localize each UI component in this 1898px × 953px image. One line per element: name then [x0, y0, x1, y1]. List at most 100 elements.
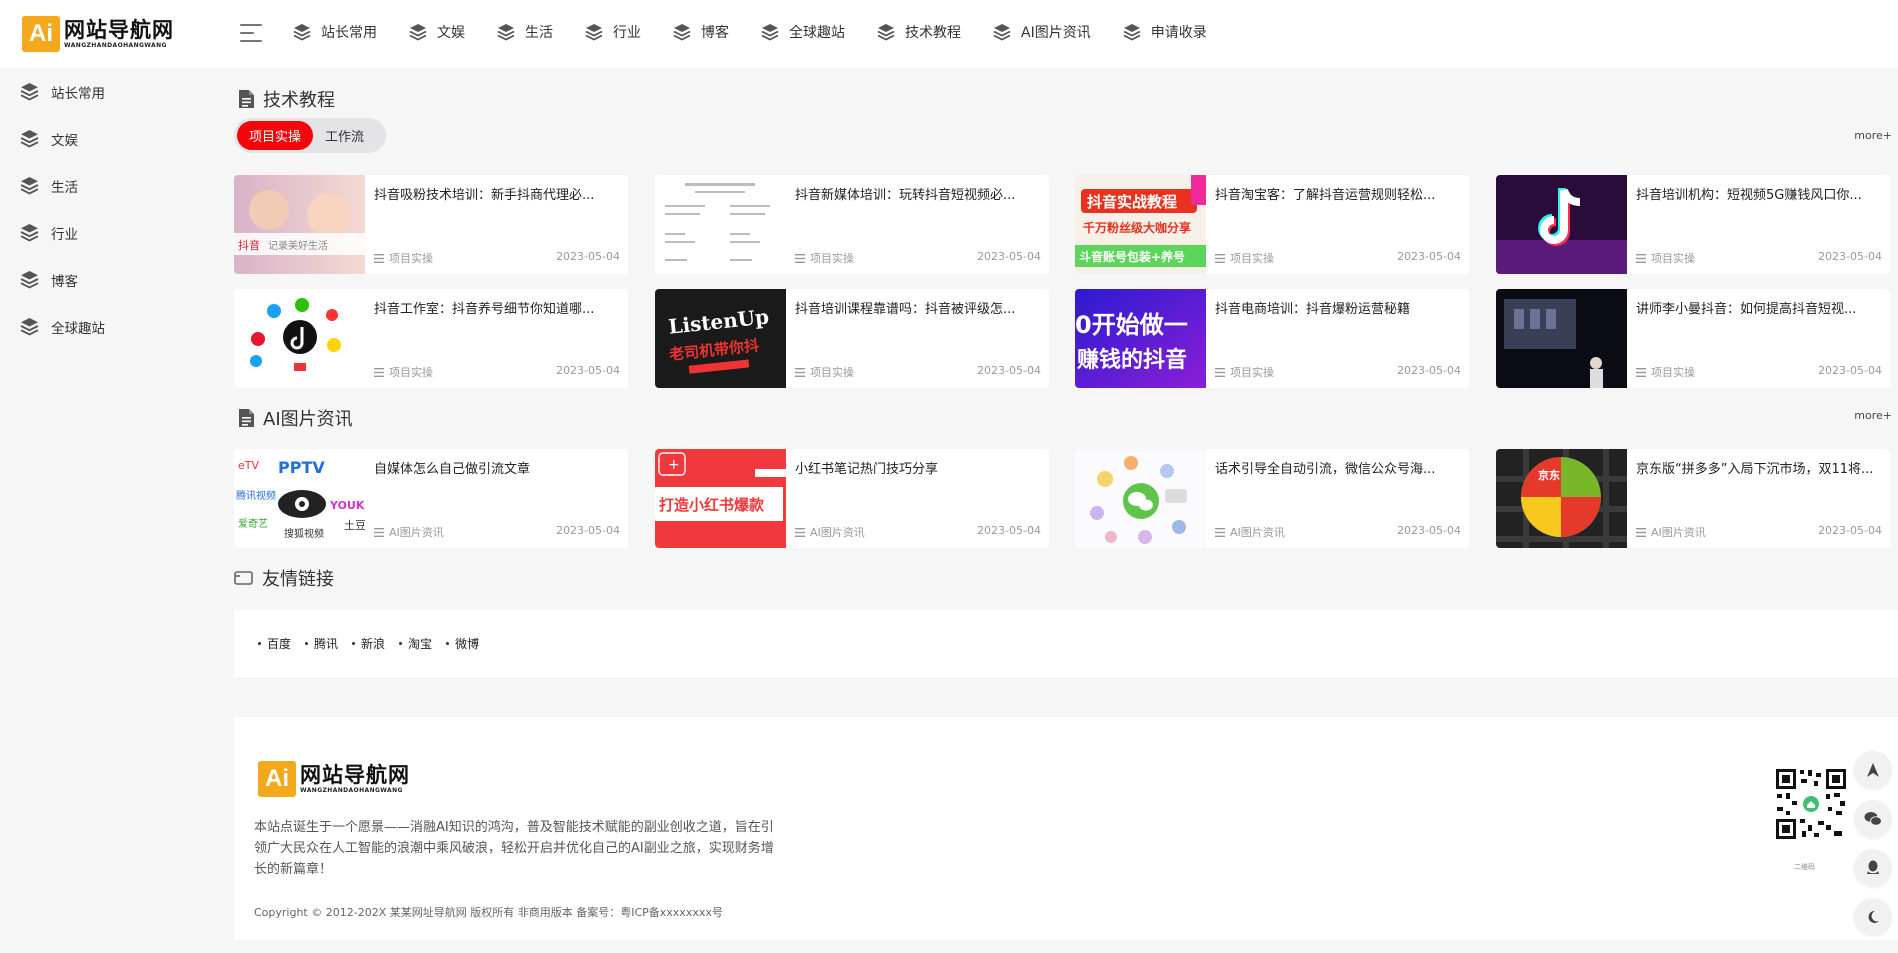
tab-item[interactable]: 项目实操	[237, 121, 314, 150]
qq-button[interactable]	[1854, 849, 1892, 887]
article-title[interactable]: 京东版“拼多多”入局下沉市场，双11将...	[1636, 458, 1882, 477]
article-card[interactable]: + 打造小红书爆款 小红书笔记热门技巧分享 AI图片资讯 2023-05-04	[655, 449, 1049, 548]
wechat-icon	[1864, 812, 1882, 826]
article-title[interactable]: 自媒体怎么自己做引流文章	[374, 458, 620, 477]
article-card[interactable]: eTV PPTV腾讯视频 YOUKU 爱奇艺搜狐视频 土豆 自媒体怎么自己做引流文章 A…	[234, 449, 628, 548]
article-title[interactable]: 抖音工作室：抖音养号细节你知道哪...	[374, 298, 620, 317]
footer-logo[interactable]: Ai 网站导航网 WANGZHANDAOHANGWANG	[258, 761, 410, 797]
article-thumbnail[interactable]	[1075, 449, 1206, 548]
topnav-item[interactable]: 技术教程	[877, 22, 961, 42]
article-thumbnail[interactable]: 京东	[1496, 449, 1627, 548]
article-title[interactable]: 抖音电商培训：抖音爆粉运营秘籍	[1215, 298, 1461, 317]
article-title[interactable]: 小红书笔记热门技巧分享	[795, 458, 1041, 477]
article-title[interactable]: 抖音培训机构：短视频5G赚钱风口你...	[1636, 184, 1882, 203]
article-title[interactable]: 抖音新媒体培训：玩转抖音短视频必...	[795, 184, 1041, 203]
sidebar-item[interactable]: 文娱	[0, 115, 220, 162]
article-card[interactable]: 讲师李小曼抖音：如何提高抖音短视... 项目实操 2023-05-04	[1496, 289, 1890, 388]
friend-link[interactable]: 新浪	[352, 635, 385, 652]
article-date: 2023-05-04	[977, 524, 1041, 537]
more-link-tech[interactable]: more+	[1854, 129, 1892, 142]
floating-actions	[1854, 751, 1892, 947]
layers-icon	[673, 24, 691, 41]
article-card[interactable]: 抖音工作室：抖音养号细节你知道哪... 项目实操 2023-05-04	[234, 289, 628, 388]
article-card[interactable]: 0开始做一 赚钱的抖音 抖音电商培训：抖音爆粉运营秘籍 项目实操 2023-05-…	[1075, 289, 1469, 388]
article-card[interactable]: ListenUp 老司机带你抖 抖音培训课程靠谱吗：抖音被评级怎... 项目实操 …	[655, 289, 1049, 388]
back-to-top-button[interactable]	[1854, 751, 1892, 789]
article-thumbnail[interactable]: 0开始做一 赚钱的抖音	[1075, 289, 1206, 388]
article-category[interactable]: 项目实操	[795, 250, 854, 266]
category-icon	[374, 367, 384, 377]
article-category[interactable]: 项目实操	[374, 364, 433, 380]
article-date: 2023-05-04	[1818, 524, 1882, 537]
layers-icon	[20, 224, 39, 242]
article-category[interactable]: 项目实操	[795, 364, 854, 380]
article-category[interactable]: 项目实操	[1636, 250, 1695, 266]
svg-text:抖音实战教程: 抖音实战教程	[1087, 193, 1177, 211]
article-category[interactable]: AI图片资讯	[795, 524, 865, 540]
article-card[interactable]: 抖音实战教程 千万粉丝级大咖分享 斗音账号包装+养号 抖音淘宝客：了解抖音运营规则轻…	[1075, 175, 1469, 274]
article-thumbnail[interactable]: + 打造小红书爆款	[655, 449, 786, 548]
copyright-text: Copyright © 2012-202X 某某网址导航网 版权所有 非商用版本…	[254, 906, 723, 919]
sidebar-item[interactable]: 博客	[0, 256, 220, 303]
site-logo[interactable]: Ai 网站导航网 WANGZHANDAOHANGWANG	[22, 16, 174, 52]
friend-link[interactable]: 微博	[446, 635, 479, 652]
friend-link[interactable]: 百度	[258, 635, 291, 652]
article-title[interactable]: 话术引导全自动引流，微信公众号海...	[1215, 458, 1461, 477]
article-thumbnail[interactable]	[1496, 289, 1627, 388]
menu-toggle-icon[interactable]	[240, 24, 262, 42]
article-title[interactable]: 讲师李小曼抖音：如何提高抖音短视...	[1636, 298, 1882, 317]
category-icon	[795, 527, 805, 537]
article-category[interactable]: AI图片资讯	[374, 524, 444, 540]
category-icon	[795, 367, 805, 377]
article-category[interactable]: 项目实操	[374, 250, 433, 266]
layers-icon	[20, 318, 39, 336]
friend-link[interactable]: 腾讯	[305, 635, 338, 652]
topnav-item-label: 站长常用	[321, 25, 377, 41]
article-card[interactable]: 话术引导全自动引流，微信公众号海... AI图片资讯 2023-05-04	[1075, 449, 1469, 548]
dark-mode-button[interactable]	[1854, 898, 1892, 936]
topnav-item[interactable]: 站长常用	[293, 22, 377, 42]
article-title[interactable]: 抖音淘宝客：了解抖音运营规则轻松...	[1215, 184, 1461, 203]
topnav-item[interactable]: 生活	[497, 22, 553, 42]
friend-link[interactable]: 淘宝	[399, 635, 432, 652]
topnav-item[interactable]: 博客	[673, 22, 729, 42]
article-card[interactable]: 抖音 记录美好生活 抖音吸粉技术培训：新手抖商代理必... 项目实操 2023-0…	[234, 175, 628, 274]
topnav-item[interactable]: 行业	[585, 22, 641, 42]
layers-icon	[293, 24, 311, 41]
article-category[interactable]: 项目实操	[1215, 364, 1274, 380]
article-title[interactable]: 抖音吸粉技术培训：新手抖商代理必...	[374, 184, 620, 203]
article-category-label: 项目实操	[1651, 366, 1695, 379]
topnav-item[interactable]: 申请收录	[1123, 22, 1207, 42]
article-category[interactable]: AI图片资讯	[1636, 524, 1706, 540]
sidebar-item-label: 行业	[51, 226, 78, 243]
article-category[interactable]: AI图片资讯	[1215, 524, 1285, 540]
sidebar-item[interactable]: 生活	[0, 162, 220, 209]
wechat-button[interactable]	[1854, 800, 1892, 838]
article-title[interactable]: 抖音培训课程靠谱吗：抖音被评级怎...	[795, 298, 1041, 317]
article-thumbnail[interactable]	[655, 175, 786, 274]
article-card[interactable]: 抖音培训机构：短视频5G赚钱风口你... 项目实操 2023-05-04	[1496, 175, 1890, 274]
article-thumbnail[interactable]	[1496, 175, 1627, 274]
article-thumbnail[interactable]: eTV PPTV腾讯视频 YOUKU 爱奇艺搜狐视频 土豆	[234, 449, 365, 548]
sidebar-item[interactable]: 站长常用	[0, 68, 220, 115]
article-thumbnail[interactable]: 抖音实战教程 千万粉丝级大咖分享 斗音账号包装+养号	[1075, 175, 1206, 274]
more-link-ai[interactable]: more+	[1854, 409, 1892, 422]
sidebar-item[interactable]: 全球趣站	[0, 303, 220, 350]
section-title-links-text: 友情链接	[262, 569, 334, 590]
sidebar-item[interactable]: 行业	[0, 209, 220, 256]
article-thumbnail[interactable]: ListenUp 老司机带你抖	[655, 289, 786, 388]
topnav-item-label: AI图片资讯	[1021, 25, 1091, 41]
category-icon	[374, 253, 384, 263]
topnav-item[interactable]: AI图片资讯	[993, 22, 1091, 42]
article-thumbnail[interactable]	[234, 289, 365, 388]
topnav-item[interactable]: 全球趣站	[761, 22, 845, 42]
article-card[interactable]: 京东 京东版“拼多多”入局下沉市场，双11将... AI图片资讯 2023-05…	[1496, 449, 1890, 548]
arrow-up-icon	[1867, 763, 1879, 777]
article-card[interactable]: 抖音新媒体培训：玩转抖音短视频必... 项目实操 2023-05-04	[655, 175, 1049, 274]
article-thumbnail[interactable]: 抖音 记录美好生活	[234, 175, 365, 274]
article-category[interactable]: 项目实操	[1215, 250, 1274, 266]
article-category[interactable]: 项目实操	[1636, 364, 1695, 380]
category-icon	[1636, 527, 1646, 537]
topnav-item[interactable]: 文娱	[409, 22, 465, 42]
tab-item[interactable]: 工作流	[313, 121, 376, 150]
